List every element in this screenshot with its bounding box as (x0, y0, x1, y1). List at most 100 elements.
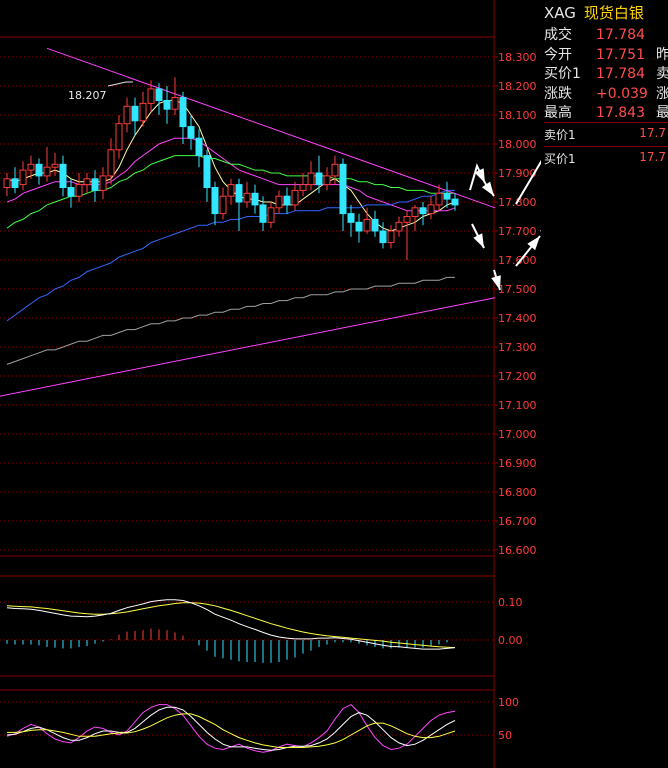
quote-row: 涨跌 +0.039 涨幅 (544, 83, 668, 102)
quote-row: 买价1 17.784 卖价 (544, 63, 668, 82)
y-tick-label: 16.800 (498, 486, 537, 499)
ma-line (6, 276, 455, 365)
candle-body (267, 207, 275, 223)
quote-extra-label: 最低 (656, 105, 668, 121)
high-price-pointer (107, 81, 133, 87)
candle (283, 187, 291, 214)
candle (227, 178, 235, 205)
y-tick-label: 17.100 (498, 399, 537, 412)
candle-body (339, 163, 347, 215)
candle (83, 173, 91, 194)
candle (59, 155, 67, 197)
y-tick-label: 17.500 (498, 283, 537, 296)
y-tick-label: 16.900 (498, 457, 537, 470)
candle (363, 207, 371, 234)
candle (51, 152, 59, 176)
quote-row: 今开 17.751 昨结 (544, 44, 668, 63)
candle-body (299, 184, 307, 191)
candle (427, 196, 435, 220)
y-tick-label: 16.600 (498, 544, 537, 557)
candle-body (179, 97, 187, 128)
candle (11, 167, 19, 194)
orderbook-label: 买价1 (544, 152, 576, 166)
candle-body (435, 192, 443, 206)
chart-area[interactable]: 18.30018.20018.10018.00017.90017.80017.7… (0, 0, 541, 768)
quote-value: +0.039 (596, 85, 648, 102)
candle (115, 115, 123, 159)
y-tick-label: 0.00 (498, 634, 523, 647)
candle-body (35, 163, 43, 177)
projection-arrow-head (481, 181, 494, 196)
candle-body (19, 169, 27, 186)
candle-body (355, 221, 363, 232)
candle (291, 181, 299, 211)
candle-body (283, 195, 291, 206)
y-tick-label: 18.000 (498, 138, 537, 151)
y-tick-label: 17.700 (498, 225, 537, 238)
quote-label: 成交 (544, 27, 572, 43)
orderbook-price: 17.7 (639, 126, 666, 140)
candle (387, 225, 395, 249)
candle (339, 158, 347, 231)
y-tick-label: 50 (498, 729, 512, 742)
y-tick-label: 18.200 (498, 80, 537, 93)
candle-body (387, 230, 395, 244)
candle-body (107, 149, 115, 177)
candle-body (203, 155, 211, 189)
candle-body (243, 192, 251, 203)
candle-body (195, 137, 203, 157)
candle-body (235, 184, 243, 203)
quote-label: 今开 (544, 46, 572, 63)
candle-body (291, 189, 299, 206)
candle (235, 178, 243, 231)
kdj-line (6, 706, 456, 751)
candle (299, 173, 307, 197)
candle (43, 146, 51, 182)
projection-arrow (515, 159, 541, 205)
quote-value: 17.751 (596, 46, 645, 63)
candle-body (419, 207, 427, 215)
candle-body (315, 172, 323, 186)
candle (315, 155, 323, 194)
candle (203, 149, 211, 202)
ma-line (6, 189, 455, 322)
candle-body (227, 184, 235, 197)
symbol-name: 现货白银 (583, 4, 644, 22)
candle-body (51, 163, 59, 168)
trend-line (46, 47, 496, 209)
candle-body (91, 178, 99, 191)
candle-body (363, 218, 371, 232)
candle-body (11, 178, 19, 189)
quote-extra-label: 卖价 (656, 66, 668, 82)
quote-row: 最高 17.843 最低 (544, 102, 668, 121)
candle (347, 204, 355, 237)
symbol-code: XAG (544, 4, 576, 22)
ask-row: 卖价1 17.7 (544, 122, 668, 143)
candle-body (115, 123, 123, 151)
candle (355, 213, 363, 243)
candle (419, 202, 427, 226)
candle-body (43, 166, 51, 177)
quote-extra-label: 昨结 (656, 46, 668, 63)
quote-panel: XAG 现货白银 成交 17.784 今开 17.751 昨结买价1 17.784 卖价涨跌 +… (541, 0, 668, 768)
candle (275, 190, 283, 214)
candle-body (275, 195, 283, 209)
candle-body (259, 204, 267, 223)
candle (395, 216, 403, 237)
y-tick-label: 100 (498, 696, 519, 709)
candle (75, 173, 83, 202)
candle (307, 161, 315, 191)
quote-label: 最高 (544, 105, 572, 121)
candle-body (67, 187, 75, 197)
y-tick-label: 17.300 (498, 341, 537, 354)
candle-body (131, 105, 139, 122)
candle (243, 181, 251, 208)
candle-body (379, 230, 387, 244)
candle (107, 138, 115, 185)
candle-body (395, 221, 403, 232)
candle-body (171, 97, 179, 110)
candle (371, 210, 379, 237)
high-price-label: 18.207 (68, 89, 107, 102)
bid-row: 买价1 17.7 (544, 146, 668, 167)
candle (323, 167, 331, 191)
